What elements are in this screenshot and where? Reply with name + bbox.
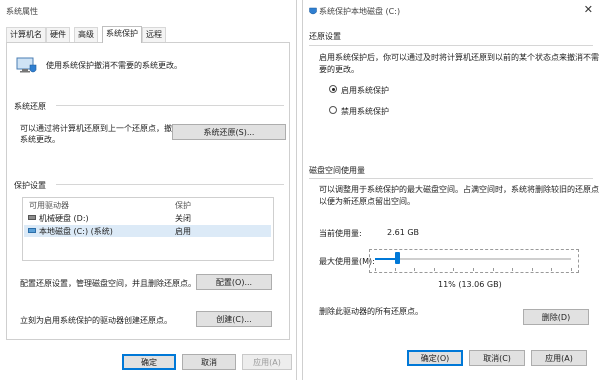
tab-advanced[interactable]: 高级 xyxy=(74,27,98,42)
ok-button[interactable]: 确定(O) xyxy=(407,350,463,366)
restore-settings-description-cont: 要的更改。 xyxy=(319,65,359,74)
disable-protection-label[interactable]: 禁用系统保护 xyxy=(341,106,389,117)
restore-description: 可以通过将计算机还原到上一个还原点，撤消 xyxy=(20,124,180,133)
cancel-button[interactable]: 取消(C) xyxy=(469,350,525,366)
disable-protection-radio[interactable] xyxy=(329,106,337,114)
slider-tick xyxy=(414,268,416,271)
enable-protection-radio[interactable] xyxy=(329,85,337,93)
tab-computer-name[interactable]: 计算机名 xyxy=(6,27,46,42)
divider xyxy=(309,45,593,46)
restore-description-cont: 系统更改。 xyxy=(20,135,60,144)
hard-drive-icon xyxy=(28,215,36,220)
window-title: 系统保护本地磁盘 (C:) xyxy=(319,7,401,16)
max-usage-slider-frame xyxy=(369,249,579,273)
system-protection-dialog: 系统保护本地磁盘 (C:) ✕ 还原设置 启用系统保护后，你可以通过及时将计算机… xyxy=(302,0,600,380)
slider-tick xyxy=(492,268,494,271)
protection-status: 关闭 xyxy=(175,214,191,223)
current-usage-label: 当前使用量: xyxy=(319,229,362,238)
slider-tick xyxy=(512,268,514,271)
disk-usage-description-cont: 以便为新还原点留出空间。 xyxy=(319,197,415,206)
restore-settings-description: 启用系统保护后，你可以通过及时将计算机还原到以前的某个状态点来撤消不需 xyxy=(319,53,599,62)
slider-tick xyxy=(394,268,396,271)
current-usage-value: 2.61 GB xyxy=(387,228,420,237)
close-icon[interactable]: ✕ xyxy=(584,3,593,16)
drive-list: 可用驱动器 保护 机械硬盘 (D:) 关闭 本地磁盘 (C:) (系统) 启用 xyxy=(22,197,274,261)
system-drive-icon xyxy=(28,228,36,233)
drive-row-d[interactable]: 机械硬盘 (D:) 关闭 xyxy=(24,212,271,224)
restore-settings-heading: 还原设置 xyxy=(309,32,341,41)
enable-protection-label[interactable]: 启用系统保护 xyxy=(341,85,389,96)
protection-settings-heading: 保护设置 xyxy=(14,181,46,190)
max-usage-label: 最大使用量(M): xyxy=(319,257,375,266)
divider xyxy=(56,105,284,106)
drive-name: 本地磁盘 (C:) (系统) xyxy=(39,227,113,236)
apply-button[interactable]: 应用(A) xyxy=(242,354,292,370)
intro-text: 使用系统保护撤消不需要的系统更改。 xyxy=(46,61,182,70)
protection-status: 启用 xyxy=(175,227,191,236)
window-title: 系统属性 xyxy=(6,7,38,16)
drive-name: 机械硬盘 (D:) xyxy=(39,214,89,223)
slider-tick xyxy=(375,268,376,271)
cancel-button[interactable]: 取消 xyxy=(182,354,236,370)
max-usage-slider[interactable] xyxy=(375,252,572,271)
slider-value-text: 11% (13.06 GB) xyxy=(438,280,502,289)
disk-usage-description: 可以调整用于系统保护的最大磁盘空间。占满空间时，系统将删除较旧的还原点 xyxy=(319,185,599,194)
tab-hardware[interactable]: 硬件 xyxy=(46,27,70,42)
configure-description: 配置还原设置，管理磁盘空间，并且删除还原点。 xyxy=(20,279,196,288)
create-description: 立刻为启用系统保护的驱动器创建还原点。 xyxy=(20,316,172,325)
disk-usage-heading: 磁盘空间使用量 xyxy=(309,166,365,175)
column-header-protection: 保护 xyxy=(175,201,191,210)
configure-button[interactable]: 配置(O)... xyxy=(196,274,272,290)
slider-tick xyxy=(571,268,572,271)
tab-system-protection[interactable]: 系统保护 xyxy=(102,26,142,43)
tab-panel xyxy=(6,42,290,340)
slider-tick xyxy=(433,268,435,271)
shield-icon xyxy=(309,7,317,15)
delete-button[interactable]: 删除(D) xyxy=(523,309,589,325)
title-bar: 系统保护本地磁盘 (C:) ✕ xyxy=(303,0,600,22)
slider-tick xyxy=(473,268,474,271)
system-properties-window: 系统属性 计算机名 硬件 高级 系统保护 远程 使用系统保护撤消不需要的系统更改… xyxy=(0,0,297,380)
delete-description: 删除此驱动器的所有还原点。 xyxy=(319,307,423,316)
slider-tick xyxy=(551,268,553,271)
divider xyxy=(56,184,284,185)
system-restore-heading: 系统还原 xyxy=(14,102,46,111)
drive-row-c[interactable]: 本地磁盘 (C:) (系统) 启用 xyxy=(24,225,271,237)
tab-remote[interactable]: 远程 xyxy=(142,27,166,42)
computer-shield-icon xyxy=(16,57,37,73)
create-button[interactable]: 创建(C)... xyxy=(196,311,272,327)
apply-button[interactable]: 应用(A) xyxy=(531,350,587,366)
divider xyxy=(309,178,593,179)
slider-fill xyxy=(375,258,397,260)
ok-button[interactable]: 确定 xyxy=(122,354,176,370)
slider-tick xyxy=(531,268,533,271)
title-bar: 系统属性 xyxy=(0,0,296,22)
slider-thumb[interactable] xyxy=(394,252,400,264)
column-header-drive: 可用驱动器 xyxy=(29,201,69,210)
system-restore-button[interactable]: 系统还原(S)... xyxy=(172,124,286,140)
slider-tick xyxy=(453,268,455,271)
